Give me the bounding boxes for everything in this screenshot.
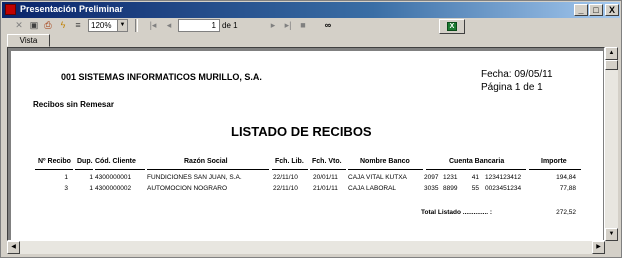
tab-vista-previa[interactable]: Vista previa — [7, 34, 50, 56]
maximize-button[interactable]: □ — [589, 4, 603, 16]
preview-viewport: 001 SISTEMAS INFORMATICOS MURILLO, S.A. … — [7, 47, 605, 241]
cell-fch-vto: 20/01/11 — [313, 174, 338, 181]
total-label: Total Listado .............. : — [421, 209, 493, 216]
horizontal-scrollbar[interactable]: ◀ ▶ — [7, 241, 605, 254]
close-icon[interactable]: ✕ — [13, 19, 25, 32]
cell-cuenta-oficina: 1231 — [443, 174, 458, 181]
cell-importe: 77,88 — [559, 185, 576, 192]
report-subtitle: Recibos sin Remesar — [33, 100, 114, 109]
cell-cliente: 4300000001 — [95, 174, 132, 181]
report-page: 001 SISTEMAS INFORMATICOS MURILLO, S.A. … — [11, 51, 603, 240]
minimize-button[interactable]: _ — [574, 4, 588, 16]
title-bar: Presentación Preliminar _ □ X — [2, 2, 620, 18]
first-page-icon[interactable]: |◂ — [148, 19, 158, 32]
separator — [135, 19, 138, 32]
cell-fch-lib: 22/11/10 — [273, 174, 298, 181]
column-header-razon: Razón Social — [184, 158, 228, 165]
cell-importe: 194,84 — [556, 174, 576, 181]
export-excel-button[interactable]: X — [439, 19, 465, 34]
company-name: 001 SISTEMAS INFORMATICOS MURILLO, S.A. — [61, 72, 262, 82]
column-header-dup: Dup. — [77, 158, 93, 165]
header-underline — [529, 169, 581, 170]
cell-razon: FUNDICIONES SAN JUAN, S.A. — [147, 174, 242, 181]
scroll-down-icon[interactable]: ▼ — [605, 228, 618, 241]
excel-icon: X — [447, 22, 457, 31]
scrollbar-corner — [605, 241, 618, 254]
header-underline — [426, 169, 526, 170]
cell-dup: 1 — [89, 174, 93, 181]
cell-banco: CAJA VITAL KUTXA — [348, 174, 407, 181]
scroll-up-icon[interactable]: ▲ — [605, 47, 618, 60]
column-header-importe: Importe — [541, 158, 567, 165]
cell-cuenta-entidad: 2097 — [424, 174, 439, 181]
cell-cuenta-dc: 55 — [471, 185, 479, 192]
cell-banco: CAJA LABORAL — [348, 185, 397, 192]
stop-icon[interactable]: ■ — [298, 19, 308, 32]
scroll-right-icon[interactable]: ▶ — [592, 241, 605, 254]
cell-cuenta-numero: 1234123412 — [485, 174, 522, 181]
next-page-icon[interactable]: ▸ — [268, 19, 278, 32]
column-header-cliente: Cód. Cliente — [95, 158, 136, 165]
print-setup-icon[interactable]: ⎙ — [42, 19, 54, 32]
prev-page-icon[interactable]: ◂ — [164, 19, 174, 32]
tab-strip: Vista previa — [2, 34, 620, 56]
cell-cuenta-numero: 0023451234 — [485, 185, 522, 192]
window-title: Presentación Preliminar — [20, 4, 124, 14]
close-button[interactable]: X — [605, 4, 619, 16]
scroll-thumb[interactable] — [605, 60, 618, 70]
print-icon[interactable]: ▣ — [28, 19, 40, 32]
cell-recibo: 3 — [64, 185, 68, 192]
column-header-fch-vto: Fch. Vto. — [312, 158, 342, 165]
column-header-cuenta: Cuenta Bancaria — [449, 158, 505, 165]
cell-cliente: 4300000002 — [95, 185, 132, 192]
header-underline — [35, 169, 73, 170]
cell-recibo: 1 — [64, 174, 68, 181]
cell-fch-vto: 21/01/11 — [313, 185, 338, 192]
lightning-icon[interactable]: ϟ — [57, 19, 69, 32]
report-date: Fecha: 09/05/11 — [481, 69, 553, 80]
zoom-select[interactable]: 120% ▼ — [88, 19, 128, 32]
cell-dup: 1 — [89, 185, 93, 192]
header-underline — [272, 169, 308, 170]
column-header-banco: Nombre Banco — [360, 158, 410, 165]
page-setup-icon[interactable]: ≡ — [72, 19, 84, 32]
binoculars-icon[interactable]: ∞ — [321, 19, 335, 32]
header-underline — [310, 169, 346, 170]
column-header-fch-lib: Fch. Lib. — [275, 158, 304, 165]
total-value: 272,52 — [556, 209, 576, 216]
toolbar: ✕ ▣ ⎙ ϟ ≡ 120% ▼ |◂ ◂ 1 de 1 ▸ ▸| ■ ∞ X — [2, 18, 620, 34]
report-page-number: Página 1 de 1 — [481, 82, 543, 93]
header-underline — [95, 169, 145, 170]
header-underline — [147, 169, 269, 170]
scroll-left-icon[interactable]: ◀ — [7, 241, 20, 254]
cell-cuenta-dc: 41 — [471, 174, 479, 181]
vertical-scrollbar[interactable]: ▲ ▼ — [605, 47, 618, 241]
cell-fch-lib: 22/11/10 — [273, 185, 298, 192]
chevron-down-icon[interactable]: ▼ — [117, 20, 127, 31]
column-header-recibo: Nº Recibo — [38, 158, 71, 165]
zoom-value: 120% — [91, 21, 112, 30]
cell-cuenta-entidad: 3035 — [424, 185, 439, 192]
last-page-icon[interactable]: ▸| — [283, 19, 293, 32]
cell-razon: AUTOMOCION NOGRARO — [147, 185, 228, 192]
header-underline — [348, 169, 423, 170]
page-number-input[interactable]: 1 — [178, 19, 220, 32]
cell-cuenta-oficina: 8899 — [443, 185, 458, 192]
report-title: LISTADO DE RECIBOS — [231, 124, 372, 139]
preview-window: Presentación Preliminar _ □ X ✕ ▣ ⎙ ϟ ≡ … — [0, 0, 622, 258]
header-underline — [75, 169, 93, 170]
page-of-label: de 1 — [222, 21, 238, 30]
app-icon — [5, 4, 16, 15]
